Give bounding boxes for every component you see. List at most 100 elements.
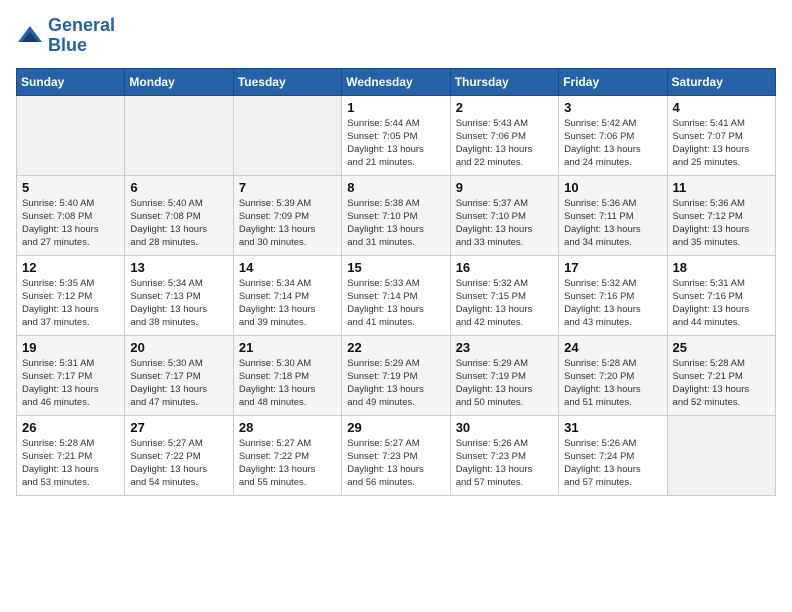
calendar-cell: 26 Sunrise: 5:28 AMSunset: 7:21 PMDayligh… [17, 415, 125, 495]
day-info: Sunrise: 5:27 AMSunset: 7:22 PMDaylight:… [239, 437, 336, 490]
day-info: Sunrise: 5:28 AMSunset: 7:20 PMDaylight:… [564, 357, 661, 410]
day-info: Sunrise: 5:27 AMSunset: 7:22 PMDaylight:… [130, 437, 227, 490]
weekday-header-sunday: Sunday [17, 68, 125, 95]
day-number: 5 [22, 180, 119, 195]
day-number: 7 [239, 180, 336, 195]
calendar-cell: 21 Sunrise: 5:30 AMSunset: 7:18 PMDayligh… [233, 335, 341, 415]
day-number: 29 [347, 420, 444, 435]
day-number: 2 [456, 100, 553, 115]
day-info: Sunrise: 5:44 AMSunset: 7:05 PMDaylight:… [347, 117, 444, 170]
weekday-header-tuesday: Tuesday [233, 68, 341, 95]
calendar-cell: 19 Sunrise: 5:31 AMSunset: 7:17 PMDayligh… [17, 335, 125, 415]
logo-text: General Blue [48, 16, 115, 56]
calendar-cell: 2Sunrise: 5:43 AMSunset: 7:06 PMDaylight… [450, 95, 558, 175]
calendar-cell: 28 Sunrise: 5:27 AMSunset: 7:22 PMDayligh… [233, 415, 341, 495]
calendar-cell: 31 Sunrise: 5:26 AMSunset: 7:24 PMDayligh… [559, 415, 667, 495]
day-info: Sunrise: 5:26 AMSunset: 7:24 PMDaylight:… [564, 437, 661, 490]
calendar-cell: 17Sunrise: 5:32 AMSunset: 7:16 PMDayligh… [559, 255, 667, 335]
day-info: Sunrise: 5:28 AMSunset: 7:21 PMDaylight:… [673, 357, 770, 410]
day-number: 13 [130, 260, 227, 275]
calendar-cell: 16 Sunrise: 5:32 AMSunset: 7:15 PMDayligh… [450, 255, 558, 335]
day-number: 6 [130, 180, 227, 195]
day-info: Sunrise: 5:33 AMSunset: 7:14 PMDaylight:… [347, 277, 444, 330]
calendar-cell: 30 Sunrise: 5:26 AMSunset: 7:23 PMDayligh… [450, 415, 558, 495]
calendar-cell: 4Sunrise: 5:41 AMSunset: 7:07 PMDaylight… [667, 95, 775, 175]
day-number: 12 [22, 260, 119, 275]
day-info: Sunrise: 5:28 AMSunset: 7:21 PMDaylight:… [22, 437, 119, 490]
calendar-cell: 11 Sunrise: 5:36 AMSunset: 7:12 PMDayligh… [667, 175, 775, 255]
weekday-header-wednesday: Wednesday [342, 68, 450, 95]
calendar-cell: 12Sunrise: 5:35 AMSunset: 7:12 PMDayligh… [17, 255, 125, 335]
day-number: 11 [673, 180, 770, 195]
day-info: Sunrise: 5:41 AMSunset: 7:07 PMDaylight:… [673, 117, 770, 170]
day-info: Sunrise: 5:34 AMSunset: 7:13 PMDaylight:… [130, 277, 227, 330]
day-info: Sunrise: 5:26 AMSunset: 7:23 PMDaylight:… [456, 437, 553, 490]
calendar-cell: 1 Sunrise: 5:44 AMSunset: 7:05 PMDaylight… [342, 95, 450, 175]
day-info: Sunrise: 5:36 AMSunset: 7:11 PMDaylight:… [564, 197, 661, 250]
day-info: Sunrise: 5:31 AMSunset: 7:16 PMDaylight:… [673, 277, 770, 330]
calendar-cell: 3 Sunrise: 5:42 AMSunset: 7:06 PMDaylight… [559, 95, 667, 175]
day-number: 18 [673, 260, 770, 275]
calendar-cell: 18 Sunrise: 5:31 AMSunset: 7:16 PMDayligh… [667, 255, 775, 335]
day-info: Sunrise: 5:42 AMSunset: 7:06 PMDaylight:… [564, 117, 661, 170]
calendar-cell: 22 Sunrise: 5:29 AMSunset: 7:19 PMDayligh… [342, 335, 450, 415]
day-info: Sunrise: 5:32 AMSunset: 7:16 PMDaylight:… [564, 277, 661, 330]
day-number: 8 [347, 180, 444, 195]
calendar-cell: 14 Sunrise: 5:34 AMSunset: 7:14 PMDayligh… [233, 255, 341, 335]
calendar-cell: 29 Sunrise: 5:27 AMSunset: 7:23 PMDayligh… [342, 415, 450, 495]
day-number: 20 [130, 340, 227, 355]
day-info: Sunrise: 5:36 AMSunset: 7:12 PMDaylight:… [673, 197, 770, 250]
calendar-cell: 27 Sunrise: 5:27 AMSunset: 7:22 PMDayligh… [125, 415, 233, 495]
calendar-cell [17, 95, 125, 175]
day-number: 26 [22, 420, 119, 435]
calendar-cell: 25 Sunrise: 5:28 AMSunset: 7:21 PMDayligh… [667, 335, 775, 415]
calendar-cell: 9 Sunrise: 5:37 AMSunset: 7:10 PMDaylight… [450, 175, 558, 255]
logo-icon [16, 22, 44, 50]
day-number: 22 [347, 340, 444, 355]
day-info: Sunrise: 5:37 AMSunset: 7:10 PMDaylight:… [456, 197, 553, 250]
day-info: Sunrise: 5:39 AMSunset: 7:09 PMDaylight:… [239, 197, 336, 250]
day-number: 1 [347, 100, 444, 115]
day-info: Sunrise: 5:29 AMSunset: 7:19 PMDaylight:… [456, 357, 553, 410]
weekday-header-friday: Friday [559, 68, 667, 95]
weekday-header-thursday: Thursday [450, 68, 558, 95]
calendar-table: SundayMondayTuesdayWednesdayThursdayFrid… [16, 68, 776, 496]
day-number: 30 [456, 420, 553, 435]
day-number: 25 [673, 340, 770, 355]
calendar-cell: 7 Sunrise: 5:39 AMSunset: 7:09 PMDaylight… [233, 175, 341, 255]
calendar-cell: 5 Sunrise: 5:40 AMSunset: 7:08 PMDaylight… [17, 175, 125, 255]
day-number: 28 [239, 420, 336, 435]
calendar-cell [233, 95, 341, 175]
day-info: Sunrise: 5:40 AMSunset: 7:08 PMDaylight:… [22, 197, 119, 250]
calendar-cell: 15 Sunrise: 5:33 AMSunset: 7:14 PMDayligh… [342, 255, 450, 335]
calendar-cell: 23Sunrise: 5:29 AMSunset: 7:19 PMDayligh… [450, 335, 558, 415]
calendar-cell: 13 Sunrise: 5:34 AMSunset: 7:13 PMDayligh… [125, 255, 233, 335]
day-number: 15 [347, 260, 444, 275]
page-header: General Blue [16, 16, 776, 56]
day-info: Sunrise: 5:40 AMSunset: 7:08 PMDaylight:… [130, 197, 227, 250]
calendar-cell: 20 Sunrise: 5:30 AMSunset: 7:17 PMDayligh… [125, 335, 233, 415]
day-number: 31 [564, 420, 661, 435]
calendar-cell: 6 Sunrise: 5:40 AMSunset: 7:08 PMDaylight… [125, 175, 233, 255]
day-info: Sunrise: 5:27 AMSunset: 7:23 PMDaylight:… [347, 437, 444, 490]
day-info: Sunrise: 5:31 AMSunset: 7:17 PMDaylight:… [22, 357, 119, 410]
day-info: Sunrise: 5:30 AMSunset: 7:17 PMDaylight:… [130, 357, 227, 410]
day-number: 9 [456, 180, 553, 195]
day-number: 10 [564, 180, 661, 195]
day-info: Sunrise: 5:30 AMSunset: 7:18 PMDaylight:… [239, 357, 336, 410]
weekday-header-saturday: Saturday [667, 68, 775, 95]
day-number: 16 [456, 260, 553, 275]
day-info: Sunrise: 5:32 AMSunset: 7:15 PMDaylight:… [456, 277, 553, 330]
day-number: 3 [564, 100, 661, 115]
day-number: 21 [239, 340, 336, 355]
day-number: 19 [22, 340, 119, 355]
day-info: Sunrise: 5:38 AMSunset: 7:10 PMDaylight:… [347, 197, 444, 250]
day-info: Sunrise: 5:29 AMSunset: 7:19 PMDaylight:… [347, 357, 444, 410]
calendar-cell [125, 95, 233, 175]
calendar-cell: 24 Sunrise: 5:28 AMSunset: 7:20 PMDayligh… [559, 335, 667, 415]
day-number: 24 [564, 340, 661, 355]
day-number: 27 [130, 420, 227, 435]
day-info: Sunrise: 5:34 AMSunset: 7:14 PMDaylight:… [239, 277, 336, 330]
weekday-header-monday: Monday [125, 68, 233, 95]
day-number: 14 [239, 260, 336, 275]
